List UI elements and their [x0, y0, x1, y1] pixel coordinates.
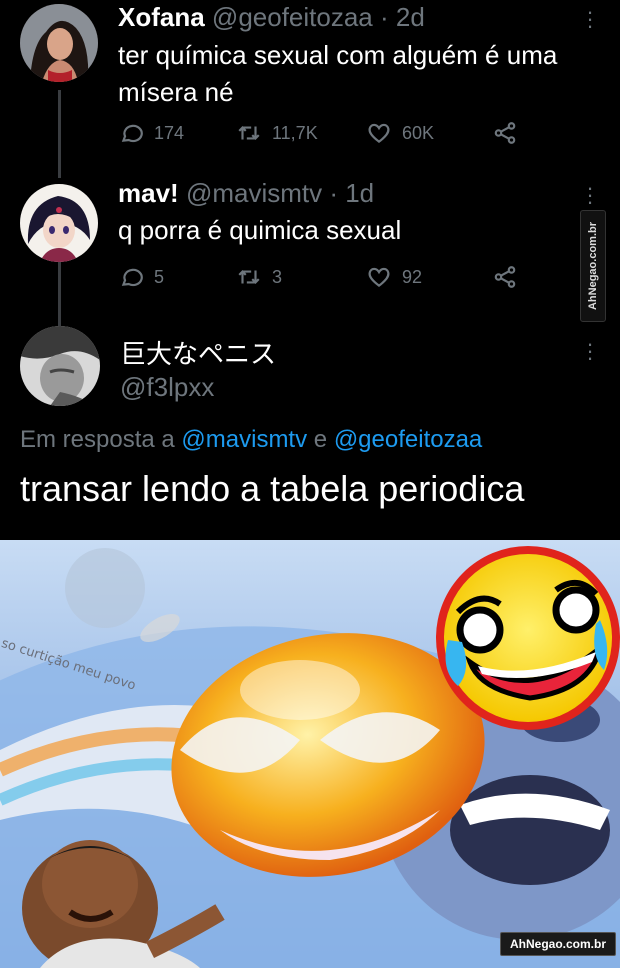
share-button[interactable]	[492, 262, 528, 292]
mention-link[interactable]: @geofeitozaa	[334, 426, 482, 453]
reply-prefix: Em resposta a	[20, 426, 175, 453]
avatar-xofana[interactable]	[20, 4, 98, 82]
watermark-text: AhNegao.com.br	[509, 937, 606, 951]
retweet-icon	[238, 126, 260, 140]
like-count: 92	[402, 266, 423, 287]
more-options-icon[interactable]: · · ·	[582, 1, 598, 37]
faded-emoji	[65, 548, 145, 628]
tweet-thread: Xofana @geofeitozaa · 2d · · · ter química…	[0, 0, 620, 540]
share-icon	[494, 266, 516, 288]
like-button[interactable]: 60K	[366, 118, 434, 148]
more-options-icon[interactable]: · · ·	[582, 177, 598, 213]
reply-joiner: e	[313, 426, 328, 453]
tweet-text: q porra é quimica sexual	[118, 212, 401, 249]
reply-context: Em resposta a @mavismtv e @geofeitozaa	[20, 426, 482, 454]
handle[interactable]: @f3lpxx	[120, 372, 214, 402]
avatar-mav[interactable]	[20, 184, 98, 262]
retweet-count: 3	[272, 266, 283, 287]
display-name[interactable]: 巨大なペニス	[120, 339, 276, 369]
tweet-actions: 5 3 92	[118, 262, 538, 292]
reply-icon	[121, 124, 143, 143]
reply-count: 5	[154, 266, 165, 287]
share-button[interactable]	[492, 118, 528, 148]
tweet-text-line: mísera né	[118, 77, 234, 107]
tweet-header: mav! @mavismtv · 1d	[118, 178, 374, 209]
reply-button[interactable]: 174	[118, 118, 184, 148]
retweet-count: 11,7K	[272, 122, 318, 143]
avatar-f3lpxx[interactable]	[20, 326, 100, 406]
tweet-header: Xofana @geofeitozaa · 2d	[118, 2, 425, 33]
main-tweet-text: transar lendo a tabela periodica	[20, 468, 525, 509]
meme-image: so curtição meu povo	[0, 540, 620, 968]
reply-count: 174	[154, 122, 185, 143]
heart-icon	[368, 123, 390, 144]
like-button[interactable]: 92	[366, 262, 422, 292]
share-icon	[494, 122, 516, 144]
more-options-icon[interactable]: · · ·	[582, 333, 598, 369]
handle-and-time[interactable]: @geofeitozaa · 2d	[212, 2, 425, 32]
thread-connector-line	[58, 90, 61, 178]
handle-and-time[interactable]: @mavismtv · 1d	[186, 178, 374, 208]
watermark-text: AhNegao.com.br	[587, 221, 600, 311]
tweet-text-line: ter química sexual com alguém é uma	[118, 40, 558, 70]
tweet-handle-row: @f3lpxx	[120, 372, 214, 403]
tweet-text-line: q porra é quimica sexual	[118, 215, 402, 245]
avatar-image	[20, 184, 98, 262]
like-count: 60K	[402, 122, 435, 143]
avatar-image	[20, 326, 100, 406]
mention-link[interactable]: @mavismtv	[181, 426, 307, 453]
display-name[interactable]: Xofana	[118, 2, 205, 32]
tweet-header: 巨大なペニス	[120, 334, 276, 371]
tweet-text: ter química sexual com alguém é uma míse…	[118, 37, 557, 111]
site-watermark-side: AhNegao.com.br	[580, 210, 606, 322]
site-watermark-bottom: AhNegao.com.br	[500, 932, 616, 956]
tweet-actions: 174 11,7K 60K	[118, 118, 538, 148]
heart-icon	[368, 267, 390, 288]
retweet-button[interactable]: 11,7K	[236, 118, 318, 148]
avatar-image	[20, 4, 98, 82]
reply-icon	[121, 268, 143, 287]
reply-button[interactable]: 5	[118, 262, 164, 292]
retweet-button[interactable]: 3	[236, 262, 282, 292]
meme-illustration	[0, 540, 620, 968]
display-name[interactable]: mav!	[118, 178, 179, 208]
retweet-icon	[238, 270, 260, 284]
